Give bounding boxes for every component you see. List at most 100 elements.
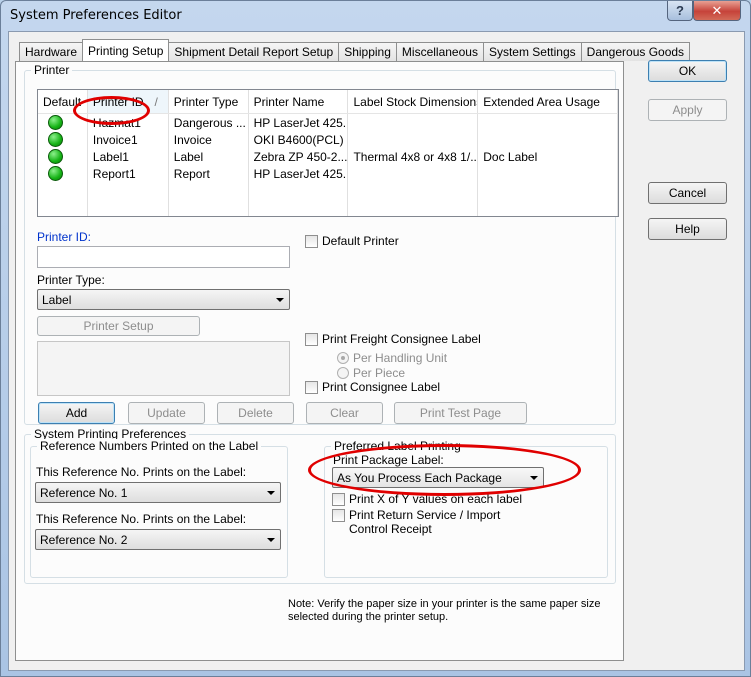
grid-header: Default Printer ID / Printer Type Printe… (38, 90, 618, 114)
clear-button[interactable]: Clear (306, 402, 383, 424)
cancel-button[interactable]: Cancel (648, 182, 727, 204)
cell-printer-id: Label1 (88, 148, 169, 165)
ref1-value: Reference No. 1 (40, 485, 128, 500)
return-service-label: Print Return Service / Import Control Re… (349, 508, 501, 536)
note-text: Note: Verify the paper size in your prin… (288, 598, 601, 623)
chevron-down-icon (267, 491, 275, 495)
preferred-label-printing-group: Preferred Label Printing Print Package L… (324, 439, 608, 578)
col-printer-type[interactable]: Printer Type (169, 90, 249, 113)
consignee-label-label: Print Consignee Label (322, 380, 441, 394)
per-piece-radio[interactable]: Per Piece (337, 366, 405, 380)
cell-extended-area (478, 114, 618, 131)
printer-options-list (37, 341, 290, 396)
col-printer-id-label: Printer ID (92, 94, 144, 109)
cell-extended-area: Doc Label (478, 148, 618, 165)
col-extended-area[interactable]: Extended Area Usage (478, 90, 618, 113)
cell-printer-id: Hazmat1 (88, 114, 169, 131)
checkbox-box (305, 381, 318, 394)
radio-circle (337, 352, 349, 364)
tab-printing-setup[interactable]: Printing Setup (82, 39, 170, 61)
close-button[interactable]: ✕ (693, 1, 741, 21)
tab-hardware[interactable]: Hardware (19, 42, 84, 61)
package-label-select[interactable]: As You Process Each Package (332, 467, 544, 488)
return-service-checkbox[interactable]: Print Return Service / Import Control Re… (332, 508, 532, 536)
consignee-label-checkbox[interactable]: Print Consignee Label (305, 380, 440, 394)
radio-circle (337, 367, 349, 379)
apply-button[interactable]: Apply (648, 99, 727, 121)
printer-id-input[interactable] (37, 246, 290, 268)
checkbox-box (305, 333, 318, 346)
add-button[interactable]: Add (38, 402, 115, 424)
printer-type-label: Printer Type: (37, 273, 105, 287)
col-printer-id[interactable]: Printer ID / (87, 90, 169, 113)
default-printer-checkbox[interactable]: Default Printer (305, 234, 399, 248)
printing-setup-panel: Printer Default Printer ID / Printer Typ… (15, 61, 624, 661)
delete-button[interactable]: Delete (217, 402, 294, 424)
status-dot-icon (48, 132, 63, 147)
ref1-select[interactable]: Reference No. 1 (35, 482, 281, 503)
table-row[interactable]: Label1 Label Zebra ZP 450-2... Thermal 4… (38, 148, 618, 165)
cell-printer-type: Report (169, 165, 249, 182)
chevron-down-icon (276, 298, 284, 302)
status-dot-icon (48, 166, 63, 181)
ref2-value: Reference No. 2 (40, 532, 128, 547)
cell-printer-type: Invoice (169, 131, 249, 148)
printer-setup-button[interactable]: Printer Setup (37, 316, 200, 336)
freight-consignee-checkbox[interactable]: Print Freight Consignee Label (305, 332, 481, 346)
col-label-stock[interactable]: Label Stock Dimensions (348, 90, 479, 113)
cell-printer-type: Label (169, 148, 249, 165)
package-label-label: Print Package Label: (333, 453, 444, 467)
printer-type-select[interactable]: Label (37, 289, 290, 310)
cell-extended-area (478, 165, 618, 182)
tab-system-settings[interactable]: System Settings (482, 42, 582, 61)
table-row[interactable]: Report1 Report HP LaserJet 425... (38, 165, 618, 182)
cell-printer-name: OKI B4600(PCL) (249, 131, 349, 148)
tab-strip: Hardware Printing Setup Shipment Detail … (19, 39, 691, 61)
cell-printer-id: Invoice1 (88, 131, 169, 148)
checkbox-box (332, 509, 345, 522)
checkbox-box (305, 235, 318, 248)
printing-preferences-group: System Printing Preferences Reference Nu… (24, 427, 616, 584)
cell-printer-name: HP LaserJet 425... (249, 165, 349, 182)
cell-printer-type: Dangerous ... (169, 114, 249, 131)
status-dot-icon (48, 149, 63, 164)
chevron-down-icon (267, 538, 275, 542)
help-button[interactable]: Help (648, 218, 727, 240)
cell-label-stock (348, 131, 479, 148)
per-piece-label: Per Piece (353, 366, 406, 380)
ref2-label: This Reference No. Prints on the Label: (36, 512, 247, 526)
per-handling-unit-radio[interactable]: Per Handling Unit (337, 351, 447, 365)
col-printer-name[interactable]: Printer Name (249, 90, 349, 113)
printer-id-label: Printer ID: (37, 230, 92, 244)
printer-group-label: Printer (31, 63, 73, 77)
tab-shipment-detail-report-setup[interactable]: Shipment Detail Report Setup (168, 42, 340, 61)
cell-label-stock (348, 165, 479, 182)
x-of-y-checkbox[interactable]: Print X of Y values on each label (332, 492, 522, 506)
col-default[interactable]: Default (38, 90, 88, 113)
status-dot-icon (48, 115, 63, 130)
table-row[interactable]: Invoice1 Invoice OKI B4600(PCL) (38, 131, 618, 148)
cell-extended-area (478, 131, 618, 148)
dialog-client: Hardware Printing Setup Shipment Detail … (8, 31, 745, 671)
tab-miscellaneous[interactable]: Miscellaneous (395, 42, 484, 61)
cell-label-stock: Thermal 4x8 or 4x8 1/... (348, 148, 479, 165)
per-handling-unit-label: Per Handling Unit (353, 351, 448, 365)
freight-consignee-label: Print Freight Consignee Label (322, 332, 481, 346)
cell-printer-name: Zebra ZP 450-2... (249, 148, 349, 165)
default-printer-label: Default Printer (322, 234, 399, 248)
update-button[interactable]: Update (128, 402, 205, 424)
print-test-page-button[interactable]: Print Test Page (394, 402, 527, 424)
cell-label-stock (348, 114, 479, 131)
reference-numbers-label: Reference Numbers Printed on the Label (37, 439, 262, 453)
ref2-select[interactable]: Reference No. 2 (35, 529, 281, 550)
printer-type-value: Label (42, 292, 72, 307)
tab-dangerous-goods[interactable]: Dangerous Goods (580, 42, 691, 61)
ok-button[interactable]: OK (648, 60, 727, 82)
sort-indicator: / (154, 94, 158, 109)
dialog-window: System Preferences Editor ? ✕ Hardware P… (0, 0, 751, 677)
reference-numbers-group: Reference Numbers Printed on the Label T… (30, 439, 288, 578)
printer-grid[interactable]: Default Printer ID / Printer Type Printe… (37, 89, 619, 217)
help-title-button[interactable]: ? (667, 1, 693, 21)
table-row[interactable]: Hazmat1 Dangerous ... HP LaserJet 425... (38, 114, 618, 131)
tab-shipping[interactable]: Shipping (338, 42, 397, 61)
